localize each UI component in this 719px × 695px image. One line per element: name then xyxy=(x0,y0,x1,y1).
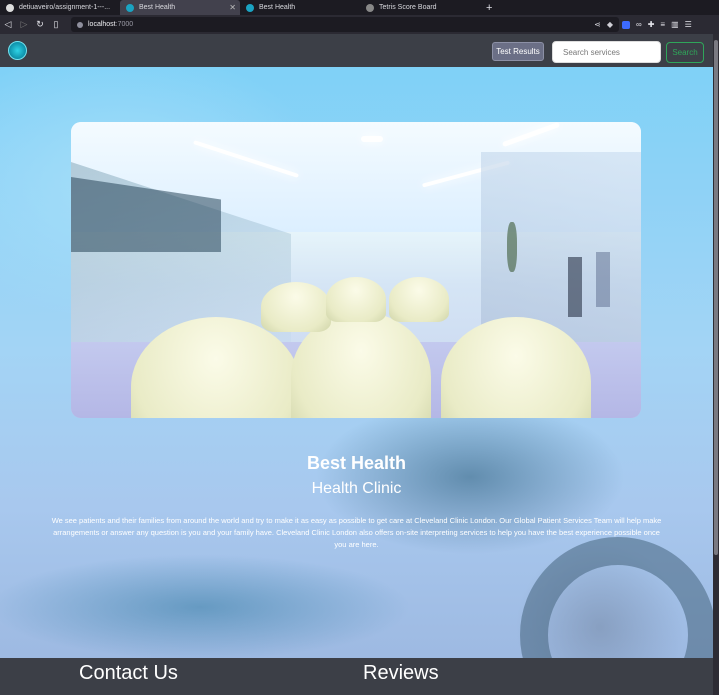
close-tab-icon[interactable]: ✕ xyxy=(229,3,236,12)
back-icon[interactable]: ◁ xyxy=(0,19,16,30)
glasses-icon[interactable]: ∞ xyxy=(636,20,642,29)
menu-icon[interactable]: ☰ xyxy=(685,20,692,29)
address-bar[interactable]: localhost:7000 ⋖ ◆ xyxy=(71,17,619,32)
browser-tab-github[interactable]: detiuaveiro/assignment-1---... xyxy=(0,0,120,15)
browser-toolbar: ◁ ▷ ↻ ▯ localhost:7000 ⋖ ◆ ∞ ✚ ≡ ▥ ☰ xyxy=(0,15,719,34)
clinic-logo-icon xyxy=(246,3,254,12)
footer-bar: Contact Us Reviews xyxy=(0,658,713,695)
share-icon[interactable]: ⋖ xyxy=(594,20,601,29)
clinic-interior-photo xyxy=(71,122,641,418)
site-navbar: Test Results Search xyxy=(0,34,713,67)
url-port: :7000 xyxy=(115,21,134,28)
hero-description: We see patients and their families from … xyxy=(51,516,662,549)
browser-tab-best-health-active[interactable]: Best Health ✕ xyxy=(120,0,240,15)
hero-subtitle: Health Clinic xyxy=(311,480,402,497)
bookmark-icon[interactable]: ▯ xyxy=(48,19,64,30)
new-tab-button[interactable]: + xyxy=(486,2,492,14)
clinic-logo-icon[interactable] xyxy=(8,41,27,60)
scrollbar-thumb[interactable] xyxy=(714,40,718,555)
brave-shield-icon[interactable]: ◆ xyxy=(607,20,613,29)
reviews-heading: Reviews xyxy=(363,662,439,684)
page-info-icon[interactable] xyxy=(77,21,83,28)
github-icon xyxy=(6,3,14,12)
globe-icon xyxy=(366,3,374,12)
playlist-icon[interactable]: ≡ xyxy=(660,20,665,29)
reload-icon[interactable]: ↻ xyxy=(32,19,48,30)
tab-title: Best Health xyxy=(139,4,176,11)
browser-tab-best-health[interactable]: Best Health xyxy=(240,0,360,15)
url-host: localhost xyxy=(88,21,116,28)
tab-title: Best Health xyxy=(259,4,296,11)
browser-tab-tetris[interactable]: Tetris Score Board xyxy=(360,0,480,15)
contact-us-heading: Contact Us xyxy=(79,662,178,684)
hero-title: Best Health xyxy=(306,453,407,473)
browser-tab-bar: detiuaveiro/assignment-1---... Best Heal… xyxy=(0,0,719,15)
puzzle-icon[interactable]: ✚ xyxy=(648,20,655,29)
search-button[interactable]: Search xyxy=(666,42,704,63)
extension-icon[interactable] xyxy=(622,20,630,29)
test-results-button[interactable]: Test Results xyxy=(492,42,544,61)
sidebar-icon[interactable]: ▥ xyxy=(671,20,679,29)
page-viewport: Test Results Search Best Health Health C… xyxy=(0,34,713,695)
forward-icon[interactable]: ▷ xyxy=(16,19,32,30)
clinic-logo-icon xyxy=(126,3,134,12)
tab-title: Tetris Score Board xyxy=(379,4,437,11)
search-input[interactable] xyxy=(552,41,661,63)
tab-title: detiuaveiro/assignment-1---... xyxy=(19,4,111,11)
